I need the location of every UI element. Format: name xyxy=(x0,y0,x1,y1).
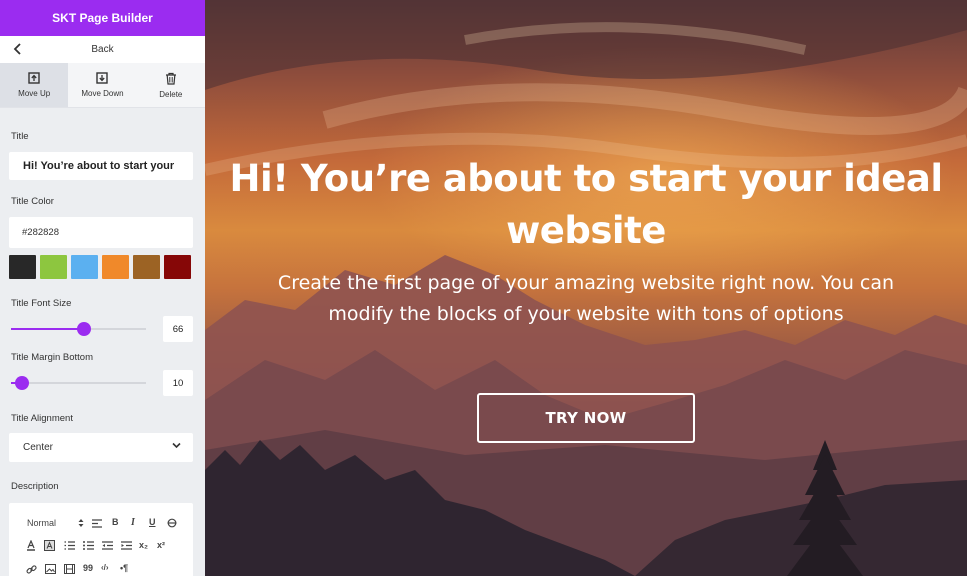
superscript-button[interactable]: x² xyxy=(157,540,165,550)
color-swatches xyxy=(9,255,191,279)
strikethrough-icon[interactable] xyxy=(167,518,177,528)
block-actions: Move Up Move Down Delete xyxy=(0,63,205,108)
swatch-orange[interactable] xyxy=(102,255,129,279)
outdent-icon[interactable] xyxy=(102,541,113,550)
try-now-button[interactable]: TRY NOW xyxy=(477,393,695,443)
move-down-icon xyxy=(96,72,109,84)
blockquote-button[interactable]: 99 xyxy=(83,563,93,573)
hero-description: Create the first page of your amazing we… xyxy=(277,272,895,325)
font-size-slider-thumb[interactable] xyxy=(76,322,91,336)
alignment-select[interactable]: Center xyxy=(9,433,193,462)
move-up-icon xyxy=(28,72,40,84)
indent-icon[interactable] xyxy=(121,541,132,550)
app-title: SKT Page Builder xyxy=(0,0,205,36)
swatch-dark[interactable] xyxy=(9,255,36,279)
bullet-list-icon[interactable] xyxy=(83,541,94,550)
hero-section: Hi! You’re about to start your ideal web… xyxy=(205,0,967,576)
image-icon[interactable] xyxy=(45,564,56,574)
bold-button[interactable]: B xyxy=(112,517,119,527)
margin-bottom-slider-thumb[interactable] xyxy=(14,376,29,390)
ordered-list-icon[interactable] xyxy=(64,541,75,550)
chevron-left-icon xyxy=(13,43,21,55)
alignment-value: Center xyxy=(23,442,54,453)
italic-button[interactable]: I xyxy=(131,517,135,528)
editor-sidebar: SKT Page Builder Back Move Up Move Down xyxy=(0,0,205,576)
swatch-green[interactable] xyxy=(40,255,67,279)
move-down-button[interactable]: Move Down xyxy=(68,63,136,107)
background-color-icon[interactable] xyxy=(44,540,55,551)
swatch-maroon[interactable] xyxy=(164,255,191,279)
swatch-blue[interactable] xyxy=(71,255,98,279)
format-select[interactable]: Normal xyxy=(27,518,56,528)
chevron-down-icon xyxy=(172,442,181,449)
align-left-icon[interactable] xyxy=(92,519,102,528)
subscript-button[interactable]: x₂ xyxy=(139,540,148,550)
direction-button[interactable]: •¶ xyxy=(120,563,128,573)
back-button[interactable]: Back xyxy=(0,36,205,63)
move-up-label: Move Up xyxy=(18,89,51,98)
title-input[interactable]: Hi! You’re about to start your xyxy=(9,152,193,180)
code-button[interactable]: ‹/› xyxy=(101,563,109,572)
title-label: Title xyxy=(11,131,29,142)
move-down-label: Move Down xyxy=(81,89,124,98)
description-label: Description xyxy=(11,481,59,492)
hero-title: Hi! You’re about to start your ideal web… xyxy=(229,157,943,252)
margin-bottom-value[interactable]: 10 xyxy=(163,370,193,396)
trash-icon xyxy=(165,72,176,85)
font-size-value[interactable]: 66 xyxy=(163,316,193,342)
margin-bottom-label: Title Margin Bottom xyxy=(11,352,94,363)
margin-bottom-slider[interactable] xyxy=(11,375,146,391)
title-color-input[interactable]: #282828 xyxy=(9,217,193,248)
video-icon[interactable] xyxy=(64,564,75,574)
delete-label: Delete xyxy=(159,89,183,99)
back-label: Back xyxy=(91,44,114,55)
move-up-button[interactable]: Move Up xyxy=(0,63,69,107)
text-color-icon[interactable] xyxy=(26,540,36,551)
link-icon[interactable] xyxy=(26,564,37,575)
alignment-label: Title Alignment xyxy=(11,413,73,424)
delete-button[interactable]: Delete xyxy=(137,63,205,107)
underline-button[interactable]: U xyxy=(149,517,156,527)
title-color-label: Title Color xyxy=(11,196,54,207)
description-editor[interactable]: Normal B I U x₂ x² 99 ‹/› •¶ xyxy=(9,503,193,576)
sort-arrows-icon xyxy=(78,519,84,527)
font-size-slider[interactable] xyxy=(11,321,146,337)
swatch-brown[interactable] xyxy=(133,255,160,279)
font-size-label: Title Font Size xyxy=(11,298,72,309)
